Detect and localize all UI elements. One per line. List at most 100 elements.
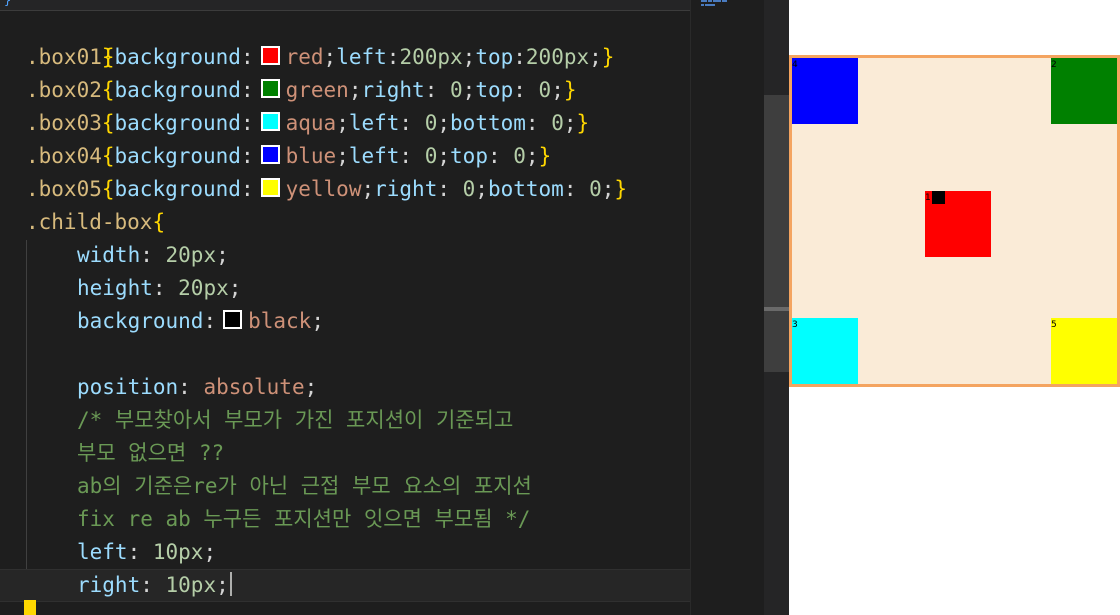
open-brace: { [101, 111, 115, 135]
code-line-background: background: black; [77, 309, 324, 333]
code-line-comment: 부모 없으면 ?? [0, 437, 690, 470]
selector: .box02 [26, 78, 102, 102]
property: right [361, 78, 425, 102]
box03-aqua: 3 [792, 318, 858, 384]
color-swatch-yellow[interactable] [260, 178, 280, 197]
code-lines: } .box01{background: red;left:200px;top:2… [0, 8, 690, 602]
code-line-position: position: absolute; [77, 375, 318, 399]
selector: .box03 [26, 111, 102, 135]
property: background [114, 144, 241, 168]
close-brace: } [614, 177, 628, 201]
close-brace: } [538, 144, 552, 168]
brace-highlight [24, 600, 36, 615]
value: 0 [462, 177, 476, 201]
value: 200px [399, 45, 463, 69]
code-line-comment: ab의 기준은re가 아닌 근접 부모 요소의 포지션 [0, 470, 690, 503]
code-line: } [0, 8, 690, 69]
value: 20px [178, 276, 229, 300]
code-line-width: width: 20px; [77, 243, 229, 267]
code-line-box05: .box05{background: yellow;right: 0;bottom… [26, 177, 628, 201]
color-swatch-green[interactable] [260, 79, 280, 98]
tab-glyph: } [4, 0, 12, 7]
property: bottom [487, 177, 564, 201]
property: height [77, 276, 153, 300]
value: green [285, 78, 349, 102]
value: 0 [450, 78, 463, 102]
vertical-scrollbar[interactable] [764, 0, 789, 615]
value: 0 [589, 177, 602, 201]
property: background [114, 111, 241, 135]
minimap[interactable] [690, 0, 765, 615]
property: left [348, 144, 400, 168]
value: aqua [285, 111, 337, 135]
open-brace: { [101, 78, 115, 102]
color-swatch-blue[interactable] [260, 145, 280, 164]
box01-red: 1 [925, 191, 991, 257]
property: top [475, 45, 514, 69]
color-swatch-black[interactable] [223, 310, 243, 329]
selector: .box05 [26, 177, 102, 201]
code-line-child-box: .child-box{ [0, 206, 690, 239]
comment-text: ab의 기준은re가 아닌 근접 부모 요소의 포지션 [77, 474, 532, 498]
code-line-right-active[interactable]: right: 10px; [0, 569, 690, 602]
box04-blue: 4 [792, 58, 858, 124]
minimap-line [701, 4, 729, 12]
value: 20px [165, 243, 217, 267]
value: black [248, 309, 312, 333]
parent-box: 4 2 1 3 5 [789, 55, 1120, 387]
value: red [285, 45, 324, 69]
property: background [114, 78, 241, 102]
code-line-height: height: 20px; [77, 276, 242, 300]
property: right [374, 177, 438, 201]
value: 0 [424, 144, 438, 168]
color-swatch-red[interactable] [260, 46, 280, 65]
property: left [336, 45, 387, 69]
box02-green: 2 [1051, 58, 1117, 124]
browser-preview: 4 2 1 3 5 [789, 0, 1120, 615]
value: yellow [285, 177, 362, 201]
code-editor[interactable]: } } .box01{background: red;left:200px;top… [0, 0, 690, 615]
value: absolute [203, 375, 305, 399]
scrollbar-marker [764, 307, 789, 311]
selector: .box01 [26, 45, 102, 69]
property: bottom [450, 111, 526, 135]
open-brace: { [101, 177, 115, 201]
selector: .child-box [26, 210, 153, 234]
code-line-comment: fix re ab 누구든 포지션만 잇으면 부모됨 */ [0, 503, 690, 536]
value: 0 [424, 111, 438, 135]
open-brace: { [101, 144, 115, 168]
box-label: 4 [792, 60, 798, 70]
value: 200px [525, 45, 590, 69]
box-label: 1 [925, 193, 931, 203]
property: position [77, 375, 179, 399]
text-cursor [229, 572, 232, 596]
selector: .box04 [26, 144, 102, 168]
property: right [77, 573, 141, 597]
property: left [348, 111, 400, 135]
open-brace: { [152, 210, 166, 234]
value: 10px [165, 573, 217, 597]
child-box [932, 191, 945, 204]
property: background [114, 45, 241, 69]
value: 0 [513, 144, 526, 168]
property: top [450, 144, 488, 168]
color-swatch-aqua[interactable] [260, 112, 280, 131]
close-brace: } [601, 45, 615, 69]
property: top [475, 78, 514, 102]
value: 10px [152, 540, 204, 564]
close-brace: } [563, 78, 577, 102]
code-line-box01: .box01{background: red;left:200px;top:200… [26, 45, 615, 69]
value: 0 [551, 111, 564, 135]
property: background [77, 309, 204, 333]
code-line-box02: .box02{background: green;right: 0;top: 0;… [26, 78, 577, 102]
code-line-box04: .box04{background: blue;left: 0;top: 0;} [26, 144, 552, 168]
open-brace: { [101, 45, 115, 69]
code-line-comment: /* 부모찾아서 부모가 가진 포지션이 기준되고 [0, 404, 690, 437]
code-line-box03: .box03{background: aqua;left: 0;bottom: 0… [26, 111, 590, 135]
comment-text: fix re ab 누구든 포지션만 잇으면 부모됨 */ [77, 507, 531, 531]
box-label: 3 [792, 320, 798, 330]
close-brace: } [576, 111, 590, 135]
scrollbar-thumb[interactable] [764, 95, 789, 372]
value: 0 [538, 78, 552, 102]
